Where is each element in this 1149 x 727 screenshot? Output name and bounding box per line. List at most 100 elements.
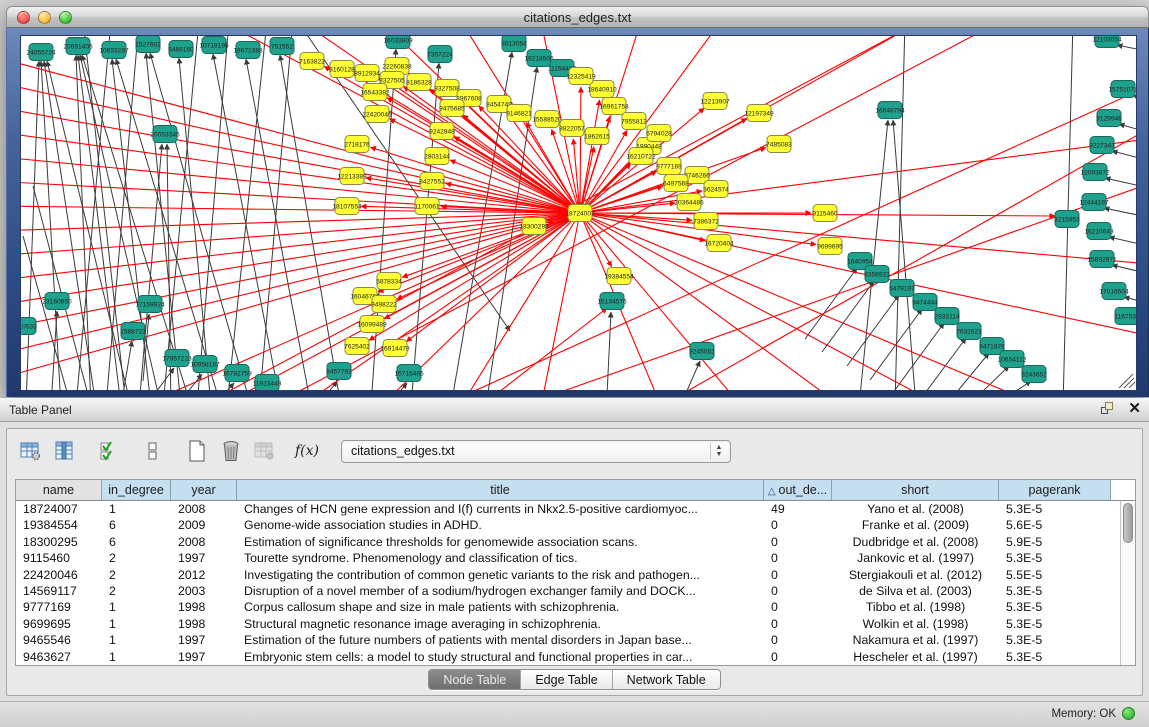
network-node-selected[interactable]: 18300295 (519, 218, 549, 235)
black-edge[interactable] (1105, 178, 1137, 193)
network-node[interactable]: 9810533 (21, 318, 37, 335)
table-row[interactable]: 1872400712008Changes of HCN gene express… (16, 501, 1120, 517)
black-edge[interactable] (76, 36, 111, 391)
network-node-selected[interactable]: 9115460 (812, 205, 838, 222)
column-header-year[interactable]: year (171, 480, 237, 500)
network-node-selected[interactable]: 16961758 (599, 98, 629, 115)
black-edge[interactable] (1133, 95, 1137, 111)
red-edge[interactable] (406, 213, 580, 342)
tab-network-table[interactable]: Network Table (613, 670, 720, 689)
show-column-button[interactable] (51, 436, 79, 466)
column-header-name[interactable]: name (16, 480, 102, 500)
network-node-selected[interactable]: 9475685 (439, 100, 465, 117)
column-header-pagerank[interactable]: pagerank (999, 480, 1111, 500)
network-node-selected[interactable]: 16543382 (360, 84, 390, 101)
network-node-selected[interactable]: 6794028 (646, 125, 672, 142)
network-node[interactable]: 1167533 (1114, 308, 1137, 325)
tab-edge-table[interactable]: Edge Table (521, 670, 612, 689)
table-scrollbar[interactable] (1120, 501, 1135, 665)
table-row[interactable]: 1938455462009Genome-wide association stu… (16, 517, 1120, 533)
network-node-selected[interactable]: 12325419 (566, 68, 596, 85)
black-edge[interactable] (957, 366, 1009, 391)
network-node[interactable]: 16782759 (222, 365, 252, 382)
network-node[interactable]: 17957223 (162, 350, 192, 367)
canvas-resize-grip-icon[interactable] (1129, 382, 1135, 388)
network-node-selected[interactable]: 7955812 (621, 113, 647, 130)
network-node[interactable]: 16648794 (875, 102, 905, 119)
network-node-selected[interactable]: 9327508 (434, 80, 460, 97)
network-node-selected[interactable]: 18107554 (332, 198, 362, 215)
network-node-selected[interactable]: 8186328 (406, 74, 432, 91)
network-node-selected[interactable]: 1170061 (414, 198, 440, 215)
network-node-selected[interactable]: 9498222 (371, 296, 397, 313)
network-node-selected[interactable]: 12213389 (337, 168, 367, 185)
select-all-rows-button[interactable] (95, 436, 123, 466)
window-titlebar[interactable]: citations_edges.txt (6, 6, 1149, 28)
network-node[interactable]: 15134576 (597, 293, 627, 310)
network-node-selected[interactable]: 16210722 (626, 148, 656, 165)
network-node-selected[interactable]: 9699695 (817, 238, 843, 255)
network-node-selected[interactable]: 8160128 (329, 61, 355, 78)
black-edge[interactable] (121, 341, 132, 391)
network-node[interactable]: 23160650 (42, 293, 72, 310)
network-node-selected[interactable]: 15588520 (532, 111, 562, 128)
network-node-selected[interactable]: 8427552 (419, 173, 445, 190)
network-node[interactable]: 2933114 (934, 308, 960, 325)
black-edge[interactable] (606, 312, 611, 391)
table-row[interactable]: 969969511998Structural magnetic resonanc… (16, 616, 1120, 632)
black-edge[interactable] (51, 311, 57, 391)
black-edge[interactable] (847, 295, 899, 366)
black-edge[interactable] (979, 381, 1031, 391)
black-edge[interactable] (822, 281, 874, 352)
table-row[interactable]: 946362711997Embryonic stem cells: a mode… (16, 649, 1120, 665)
black-edge[interactable] (1112, 265, 1137, 279)
function-builder-button[interactable]: f(x) (295, 443, 319, 459)
black-edge[interactable] (147, 368, 174, 391)
network-node[interactable]: 8358923 (864, 266, 890, 283)
network-node[interactable]: 10719195 (199, 37, 229, 54)
red-edge[interactable] (541, 213, 580, 391)
column-header-out-de-[interactable]: △out_de... (764, 480, 832, 500)
tab-node-table[interactable]: Node Table (429, 670, 521, 689)
black-edge[interactable] (1112, 151, 1137, 166)
table-row[interactable]: 911546021997Tourette syndrome. Phenomeno… (16, 550, 1120, 566)
network-node-selected[interactable]: 16914479 (380, 340, 410, 357)
table-mode-button[interactable] (17, 436, 45, 466)
network-node[interactable]: 7632621 (956, 323, 982, 340)
black-edge[interactable] (914, 338, 966, 391)
network-node-selected[interactable]: 1862615 (584, 128, 610, 145)
network-node[interactable]: 16210643 (1084, 223, 1114, 240)
network-node-selected[interactable]: 7386372 (693, 213, 719, 230)
new-table-button[interactable] (183, 436, 211, 466)
network-node-selected[interactable]: 2718176 (344, 136, 370, 153)
black-edge[interactable] (23, 236, 71, 391)
black-edge[interactable] (146, 53, 181, 391)
network-node[interactable]: 9474444 (912, 294, 938, 311)
black-edge[interactable] (937, 353, 989, 391)
black-edge[interactable] (1104, 208, 1137, 222)
network-node[interactable]: 20053346 (150, 126, 180, 143)
table-row[interactable]: 1830029562008Estimation of significance … (16, 534, 1120, 550)
clear-selection-button[interactable] (139, 436, 167, 466)
network-node[interactable]: 1588723 (120, 323, 146, 340)
network-node[interactable]: 751552 (270, 38, 294, 55)
float-panel-icon[interactable] (1100, 401, 1116, 417)
network-node-selected[interactable]: 9242848 (429, 123, 455, 140)
network-node-selected[interactable]: 9146821 (506, 105, 532, 122)
network-node[interactable]: 15751074 (1108, 81, 1137, 98)
red-edge[interactable] (481, 308, 607, 391)
network-node[interactable]: 10653287 (99, 42, 129, 59)
network-node[interactable]: 8813054 (501, 36, 527, 52)
network-node-selected[interactable]: 3624574 (703, 181, 729, 198)
network-node[interactable]: 12103054 (1092, 36, 1122, 48)
network-node[interactable]: 12444197 (1079, 194, 1109, 211)
network-node[interactable]: 7357224 (427, 46, 453, 63)
black-edge[interactable] (76, 55, 91, 391)
network-node[interactable]: 10654112 (998, 351, 1027, 368)
network-node-selected[interactable]: 8912934 (354, 65, 380, 82)
scrollbar-thumb[interactable] (1123, 503, 1133, 543)
network-node[interactable]: 6466160 (168, 41, 194, 58)
network-node-selected[interactable]: 7625402 (344, 338, 370, 355)
network-node-selected[interactable]: 5878334 (376, 273, 402, 290)
network-node[interactable]: 17016504 (1099, 283, 1129, 300)
